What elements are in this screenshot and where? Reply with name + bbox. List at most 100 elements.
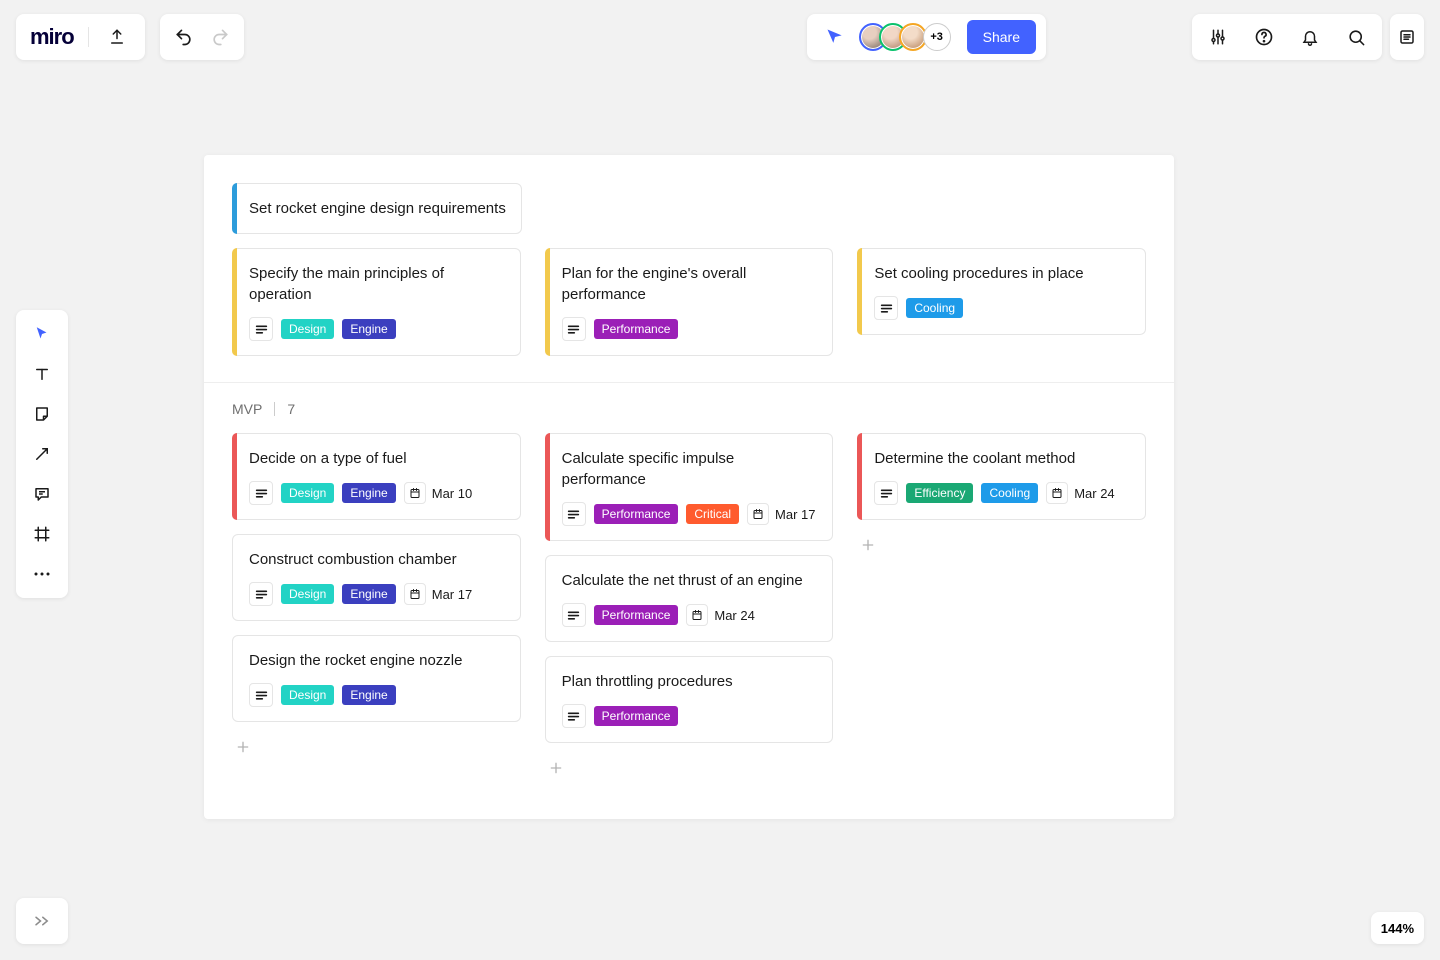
- add-card-button[interactable]: [545, 757, 567, 779]
- card-title: Construct combustion chamber: [249, 549, 506, 570]
- add-card-button[interactable]: [232, 736, 254, 758]
- calendar-icon: [404, 482, 426, 504]
- text-tool[interactable]: [22, 358, 62, 390]
- calendar-icon: [686, 604, 708, 626]
- arrow-tool[interactable]: [22, 438, 62, 470]
- share-button[interactable]: Share: [967, 20, 1036, 54]
- tag[interactable]: Critical: [686, 504, 739, 524]
- task-card[interactable]: Calculate specific impulse performance Pe…: [545, 433, 834, 541]
- due-date[interactable]: Mar 24: [1046, 482, 1114, 504]
- calendar-icon: [1046, 482, 1068, 504]
- column: Set cooling procedures in place Cooling: [857, 248, 1146, 356]
- section-count: 7: [287, 401, 295, 417]
- tag[interactable]: Engine: [342, 483, 395, 503]
- select-tool[interactable]: [22, 318, 62, 350]
- separator: [274, 402, 275, 416]
- section-name: MVP: [232, 401, 262, 417]
- header-card[interactable]: Set rocket engine design requirements: [232, 183, 522, 234]
- avatar-overflow[interactable]: +3: [923, 23, 951, 51]
- zoom-level[interactable]: 144%: [1371, 912, 1424, 944]
- due-date[interactable]: Mar 10: [404, 482, 472, 504]
- task-card[interactable]: Specify the main principles of operation…: [232, 248, 521, 356]
- notes-panel[interactable]: [1390, 14, 1424, 60]
- description-icon[interactable]: [874, 481, 898, 505]
- description-icon[interactable]: [874, 296, 898, 320]
- description-icon[interactable]: [249, 582, 273, 606]
- logo-panel: miro: [16, 14, 145, 60]
- card-title: Design the rocket engine nozzle: [249, 650, 506, 671]
- tag[interactable]: Design: [281, 685, 334, 705]
- card-title: Determine the coolant method: [874, 448, 1131, 469]
- bell-icon[interactable]: [1296, 23, 1324, 51]
- tag[interactable]: Engine: [342, 584, 395, 604]
- card-title: Specify the main principles of operation: [249, 263, 506, 305]
- card-title: Set rocket engine design requirements: [249, 198, 507, 219]
- tag[interactable]: Design: [281, 319, 334, 339]
- task-card[interactable]: Plan throttling procedures Performance: [545, 656, 834, 743]
- card-title: Plan for the engine's overall performanc…: [562, 263, 819, 305]
- tag[interactable]: Engine: [342, 319, 395, 339]
- task-card[interactable]: Decide on a type of fuel Design Engine Mar …: [232, 433, 521, 520]
- tag[interactable]: Cooling: [981, 483, 1038, 503]
- brand-logo[interactable]: miro: [30, 24, 74, 50]
- tag[interactable]: Design: [281, 483, 334, 503]
- tray-toggle[interactable]: [16, 898, 68, 944]
- calendar-icon: [404, 583, 426, 605]
- tag[interactable]: Performance: [594, 319, 679, 339]
- list-icon[interactable]: [1393, 23, 1421, 51]
- add-card-button[interactable]: [857, 534, 879, 556]
- description-icon[interactable]: [249, 481, 273, 505]
- description-icon[interactable]: [562, 317, 586, 341]
- column: Determine the coolant method Efficiency Co…: [857, 433, 1146, 779]
- card-title: Decide on a type of fuel: [249, 448, 506, 469]
- task-card[interactable]: Determine the coolant method Efficiency Co…: [857, 433, 1146, 520]
- card-title: Calculate the net thrust of an engine: [562, 570, 819, 591]
- card-title: Plan throttling procedures: [562, 671, 819, 692]
- tag[interactable]: Design: [281, 584, 334, 604]
- left-toolbar: [16, 310, 68, 598]
- task-card[interactable]: Design the rocket engine nozzle Design Eng…: [232, 635, 521, 722]
- sticky-note-tool[interactable]: [22, 398, 62, 430]
- help-icon[interactable]: [1250, 23, 1278, 51]
- section-header[interactable]: MVP 7: [232, 401, 1146, 417]
- column: Plan for the engine's overall performanc…: [545, 248, 834, 356]
- task-card[interactable]: Calculate the net thrust of an engine Per…: [545, 555, 834, 642]
- tag[interactable]: Engine: [342, 685, 395, 705]
- export-icon[interactable]: [103, 23, 131, 51]
- cursor-indicator-icon[interactable]: [821, 23, 849, 51]
- tag[interactable]: Efficiency: [906, 483, 973, 503]
- due-date[interactable]: Mar 17: [404, 583, 472, 605]
- column: Decide on a type of fuel Design Engine Mar …: [232, 433, 521, 779]
- tag[interactable]: Cooling: [906, 298, 963, 318]
- sliders-icon[interactable]: [1204, 23, 1232, 51]
- search-icon[interactable]: [1342, 23, 1370, 51]
- due-date[interactable]: Mar 24: [686, 604, 754, 626]
- description-icon[interactable]: [249, 683, 273, 707]
- card-title: Set cooling procedures in place: [874, 263, 1131, 284]
- due-date[interactable]: Mar 17: [747, 503, 815, 525]
- task-card[interactable]: Set cooling procedures in place Cooling: [857, 248, 1146, 335]
- icons-panel: [1192, 14, 1382, 60]
- redo-icon[interactable]: [206, 23, 234, 51]
- description-icon[interactable]: [562, 502, 586, 526]
- undo-icon[interactable]: [170, 23, 198, 51]
- tag[interactable]: Performance: [594, 504, 679, 524]
- more-tools[interactable]: [22, 558, 62, 590]
- task-card[interactable]: Plan for the engine's overall performanc…: [545, 248, 834, 356]
- tag[interactable]: Performance: [594, 605, 679, 625]
- description-icon[interactable]: [249, 317, 273, 341]
- frame-tool[interactable]: [22, 518, 62, 550]
- card-title: Calculate specific impulse performance: [562, 448, 819, 490]
- task-card[interactable]: Construct combustion chamber Design Engine…: [232, 534, 521, 621]
- tag[interactable]: Performance: [594, 706, 679, 726]
- column: Specify the main principles of operation…: [232, 248, 521, 356]
- calendar-icon: [747, 503, 769, 525]
- description-icon[interactable]: [562, 704, 586, 728]
- description-icon[interactable]: [562, 603, 586, 627]
- board-canvas[interactable]: Set rocket engine design requirements Sp…: [204, 155, 1174, 819]
- comment-tool[interactable]: [22, 478, 62, 510]
- column: Calculate specific impulse performance Pe…: [545, 433, 834, 779]
- separator: [88, 27, 89, 47]
- share-panel: +3 Share: [807, 14, 1046, 60]
- history-panel: [160, 14, 244, 60]
